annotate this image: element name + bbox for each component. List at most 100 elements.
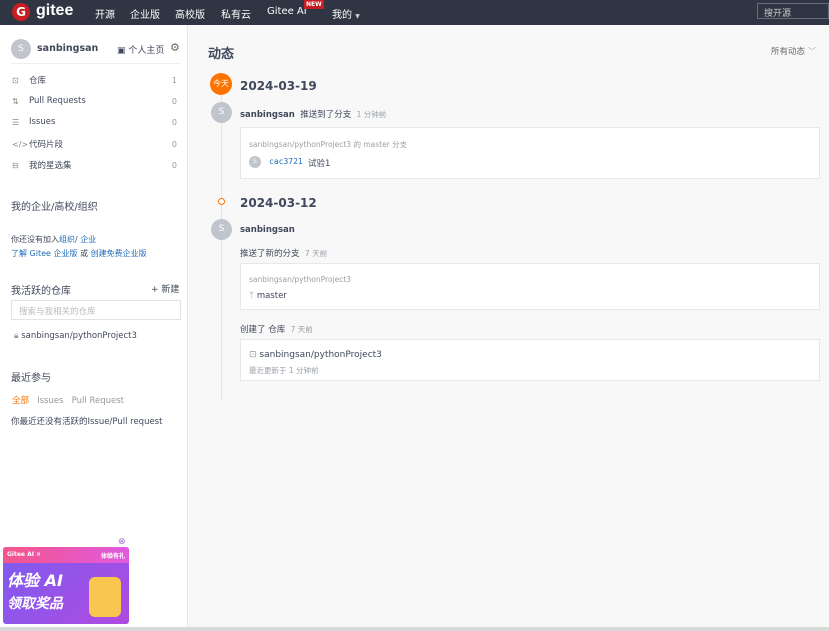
tab-pull-request[interactable]: Pull Request [72, 396, 124, 406]
repo-item[interactable]: 🔒︎ sanbingsan/pythonProject3 [14, 331, 137, 341]
timeline-dot [218, 198, 225, 205]
filter-label: 所有动态 [771, 47, 806, 57]
code-icon: </> [12, 139, 29, 149]
repo-path[interactable]: sanbingsan/pythonProject3 [249, 275, 351, 284]
commit-hash[interactable]: cac3721 [269, 157, 303, 166]
enterprise-links: 了解 Gitee 企业版 或 创建免费企业版 [11, 248, 147, 259]
recent-tabs: 全部 Issues Pull Request [12, 394, 124, 406]
branch-name: master [256, 291, 287, 301]
nav-gitee-ai[interactable]: Gitee AI [267, 6, 307, 17]
branch-path[interactable]: sanbingsan/pythonProject3 的 master 分支 [249, 139, 407, 150]
repo-link[interactable]: ⊡ sanbingsan/pythonProject3 [249, 350, 382, 360]
count: 1 [171, 75, 177, 85]
nav-opensource[interactable]: 开源 [95, 6, 115, 21]
repo-name: sanbingsan/pythonProject3 [21, 331, 137, 341]
gitee-logo[interactable]: gitee [36, 2, 73, 20]
user-link[interactable]: sanbingsan [240, 110, 295, 120]
avatar[interactable]: S [11, 39, 31, 59]
learn-enterprise-link[interactable]: 了解 Gitee 企业版 [11, 249, 78, 258]
sidebar-item-collections[interactable]: ⊟ 我的星选集 0 [12, 158, 177, 172]
create-enterprise-link[interactable]: 创建免费企业版 [91, 249, 147, 258]
commit-avatar: S [249, 156, 261, 168]
issues-icon: ☰ [12, 117, 20, 127]
date-heading: 2024-03-19 [240, 79, 317, 93]
nav-enterprise[interactable]: 企业版 [130, 6, 160, 21]
new-repo-label: 新建 [161, 285, 180, 295]
activity-filter-dropdown[interactable]: 所有动态 ﹀ [771, 45, 816, 57]
label: 代码片段 [29, 140, 64, 150]
sep: / [75, 235, 78, 244]
label: 我的星选集 [29, 161, 72, 171]
branch-card: sanbingsan/pythonProject3 ᛘ master [240, 263, 820, 310]
chevron-down-icon: ﹀ [807, 47, 817, 57]
repo-icon: ⊡ [249, 350, 257, 360]
repo-search-input[interactable]: 搜索与我相关的仓库 [11, 300, 181, 320]
action: 创建了 仓库 [240, 325, 286, 335]
gift-box-icon [89, 577, 121, 617]
count: 0 [171, 139, 177, 149]
count: 0 [171, 117, 177, 127]
enterprise-link[interactable]: 企业 [80, 235, 96, 244]
search-input[interactable]: 搜开源 [757, 3, 829, 19]
sidebar-item-issues[interactable]: ☰ Issues 0 [12, 115, 177, 129]
homepage-label: 个人主页 [128, 46, 165, 56]
divider [11, 63, 181, 64]
date-heading: 2024-03-12 [240, 196, 317, 210]
branch[interactable]: ᛘ master [249, 291, 287, 301]
event-header: 推送了新的分支 7 天前 [240, 247, 327, 259]
nav-private-cloud[interactable]: 私有云 [221, 6, 251, 21]
label: 仓库 [29, 76, 47, 86]
profile-icon: ▣ [117, 46, 126, 56]
settings-gear-icon[interactable]: ⚙ [170, 41, 180, 54]
or-text: 或 [80, 249, 89, 258]
lock-icon: 🔒︎ [14, 331, 19, 341]
action: 推送了新的分支 [240, 249, 300, 259]
nav-education[interactable]: 高校版 [175, 6, 205, 21]
user-link[interactable]: sanbingsan [240, 225, 295, 235]
ad-banner[interactable]: Gitee AI × 体验有礼 体验 AI 领取奖品 [3, 547, 129, 624]
commit-message: 试验1 [308, 159, 331, 169]
recent-empty: 你最近还没有活跃的Issue/Pull request [11, 417, 163, 427]
plus-icon: + [151, 285, 159, 295]
time: 7 天前 [290, 325, 313, 334]
username[interactable]: sanbingsan [37, 43, 98, 54]
label: Pull Requests [29, 96, 86, 106]
sidebar-item-repos[interactable]: ⊡ 仓库 1 [12, 73, 177, 87]
tab-all[interactable]: 全部 [12, 396, 29, 406]
timeline-line [221, 85, 222, 399]
event-header: 创建了 仓库 7 天前 [240, 323, 313, 335]
sidebar-item-snippets[interactable]: </> 代码片段 0 [12, 137, 177, 151]
new-repo-button[interactable]: + 新建 [151, 282, 179, 295]
nav-mine[interactable]: 我的 ▼ [332, 6, 360, 21]
collection-icon: ⊟ [12, 160, 19, 170]
event-header: sanbingsan 推送到了分支 1 分钟前 [240, 108, 386, 120]
pull-request-icon: ⇅ [12, 96, 19, 106]
horizontal-scrollbar[interactable] [0, 627, 829, 631]
close-ad-icon[interactable]: ⊗ [118, 537, 126, 547]
count: 0 [171, 96, 177, 106]
updated-time: 最近更新于 1 分钟前 [249, 366, 319, 375]
homepage-link[interactable]: ▣ 个人主页 [117, 43, 164, 56]
org-text: 你还没有加入组织/ 企业 [11, 234, 96, 245]
tab-issues[interactable]: Issues [37, 396, 63, 406]
gitee-logo-icon[interactable]: G [12, 3, 30, 21]
sidebar: S sanbingsan ▣ 个人主页 ⚙ ⊡ 仓库 1 ⇅ Pull Request… [0, 25, 188, 627]
org-link[interactable]: 组织 [59, 235, 75, 244]
nav-mine-label: 我的 [332, 10, 352, 21]
repo-icon: ⊡ [12, 75, 19, 85]
branch-icon: ᛘ [249, 291, 255, 301]
repo-name: sanbingsan/pythonProject3 [259, 350, 382, 360]
time: 7 天前 [304, 249, 328, 258]
repo-card: ⊡ sanbingsan/pythonProject3 最近更新于 1 分钟前 [240, 339, 820, 381]
label: Issues [29, 117, 56, 127]
avatar[interactable]: S [211, 219, 232, 240]
ad-header: Gitee AI × 体验有礼 [3, 547, 129, 563]
ad-line2: 体验有礼 [100, 553, 125, 560]
today-badge: 今天 [210, 73, 232, 95]
time: 1 分钟前 [356, 110, 387, 119]
recent-heading: 最近参与 [11, 373, 51, 384]
sidebar-item-pull-requests[interactable]: ⇅ Pull Requests 0 [12, 94, 177, 108]
new-badge: NEW [304, 0, 324, 9]
avatar[interactable]: S [211, 102, 232, 123]
top-navbar: G gitee 开源 企业版 高校版 私有云 Gitee AI NEW 我的 ▼… [0, 0, 829, 25]
